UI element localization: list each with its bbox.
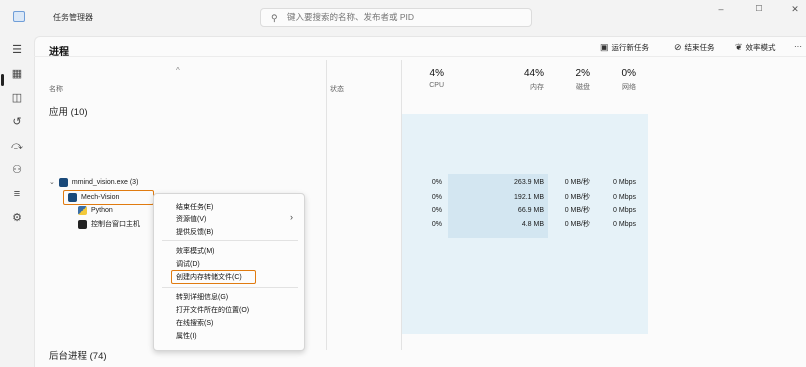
context-menu: 结束任务(E) 资源值(V) › 提供反馈(B) 效率模式(M) 调试(D) 创…: [153, 193, 305, 351]
services-icon[interactable]: ⚙: [6, 209, 28, 227]
console-icon: [78, 219, 87, 229]
cpu-cell: 0%: [431, 194, 442, 201]
efficiency-mode-button[interactable]: ❦ 效率模式: [735, 42, 776, 53]
python-icon: [78, 205, 87, 215]
cpu-percent[interactable]: 4%: [404, 68, 444, 79]
leaf-icon: ❦: [735, 42, 743, 52]
maximize-button[interactable]: ☐: [748, 4, 770, 22]
sort-caret-icon: ^: [176, 66, 180, 75]
menu-item-resource-values[interactable]: 资源值(V): [176, 214, 206, 224]
disk-cell: 0 MB/秒: [564, 179, 590, 186]
nav-active-indicator: [1, 74, 4, 86]
network-cell: 0 Mbps: [613, 179, 636, 186]
table-row[interactable]: 控制台窗口主机: [78, 218, 158, 231]
network-cell: 0 Mbps: [613, 221, 636, 228]
network-percent[interactable]: 0%: [596, 68, 636, 79]
network-cell: 0 Mbps: [613, 207, 636, 214]
menu-icon[interactable]: ☰: [6, 41, 28, 59]
search-box[interactable]: ⚲: [260, 8, 532, 27]
menu-item-feedback[interactable]: 提供反馈(B): [176, 227, 213, 237]
chevron-down-icon[interactable]: ⌄: [49, 179, 55, 186]
column-divider: [326, 60, 327, 350]
minimize-button[interactable]: –: [710, 4, 732, 22]
menu-item-efficiency-mode[interactable]: 效率模式(M): [176, 246, 215, 256]
end-task-button[interactable]: ⊘ 结束任务: [674, 42, 715, 53]
end-task-icon: ⊘: [674, 42, 682, 52]
memory-percent[interactable]: 44%: [480, 68, 544, 79]
processes-icon[interactable]: ▦: [6, 65, 28, 83]
memory-cell: 66.9 MB: [517, 207, 544, 214]
app-history-icon[interactable]: ↺: [6, 113, 28, 131]
disk-cell: 0 MB/秒: [564, 207, 590, 214]
menu-item-create-dump[interactable]: 创建内存转储文件(C): [176, 272, 242, 282]
startup-apps-icon[interactable]: ⤼: [6, 137, 28, 155]
search-icon: ⚲: [271, 13, 278, 23]
column-header-status[interactable]: 状态: [330, 84, 344, 94]
network-cell: 0 Mbps: [613, 194, 636, 201]
memory-cell: 4.8 MB: [521, 221, 544, 228]
menu-item-end-task[interactable]: 结束任务(E): [176, 202, 213, 212]
run-new-task-button[interactable]: ▣ 运行新任务: [600, 42, 649, 53]
cpu-header[interactable]: CPU: [404, 82, 444, 89]
memory-cell: 263.9 MB: [514, 179, 544, 186]
menu-separator: [162, 287, 298, 288]
memory-cell: 192.1 MB: [514, 194, 544, 201]
disk-cell: 0 MB/秒: [564, 221, 590, 228]
chevron-right-icon: ›: [290, 212, 293, 222]
mech-vision-icon: [68, 192, 77, 202]
more-options-button[interactable]: ···: [794, 42, 802, 51]
close-button[interactable]: ✕: [784, 4, 806, 22]
column-header-name[interactable]: 名称: [49, 84, 63, 94]
title-bar: 任务管理器 ⚲ – ☐ ✕: [0, 0, 806, 36]
menu-separator: [162, 240, 298, 241]
menu-item-properties[interactable]: 属性(I): [176, 331, 197, 341]
memory-header[interactable]: 内存: [480, 82, 544, 92]
table-row[interactable]: Python: [78, 204, 158, 217]
group-background[interactable]: 后台进程 (74): [49, 348, 107, 362]
menu-item-go-to-details[interactable]: 转到详细信息(G): [176, 292, 228, 302]
run-task-icon: ▣: [600, 42, 609, 52]
cpu-cell: 0%: [431, 221, 442, 228]
mech-vision-icon: [58, 177, 68, 187]
menu-item-debug[interactable]: 调试(D): [176, 259, 200, 269]
disk-header[interactable]: 磁盘: [555, 82, 590, 92]
disk-cell: 0 MB/秒: [564, 194, 590, 201]
performance-icon[interactable]: ◫: [6, 89, 28, 107]
toolbar-divider: [34, 56, 806, 57]
table-row[interactable]: ⌄ mmind_vision.exe (3): [49, 176, 349, 189]
disk-percent[interactable]: 2%: [555, 68, 590, 79]
app-group-empty-band: [402, 114, 648, 174]
app-group-empty-band: [402, 238, 648, 334]
cpu-cell: 0%: [431, 207, 442, 214]
search-input[interactable]: [287, 12, 517, 22]
menu-item-search-online[interactable]: 在线搜索(S): [176, 318, 213, 328]
cpu-cell: 0%: [431, 179, 442, 186]
group-apps[interactable]: 应用 (10): [49, 104, 88, 118]
menu-item-open-file-location[interactable]: 打开文件所在的位置(O): [176, 305, 249, 315]
users-icon[interactable]: ⚇: [6, 161, 28, 179]
details-icon[interactable]: ≡: [6, 185, 28, 203]
task-manager-icon: [13, 11, 25, 22]
network-header[interactable]: 网络: [596, 82, 636, 92]
table-row[interactable]: Mech-Vision: [68, 191, 152, 204]
window-title: 任务管理器: [53, 13, 93, 22]
